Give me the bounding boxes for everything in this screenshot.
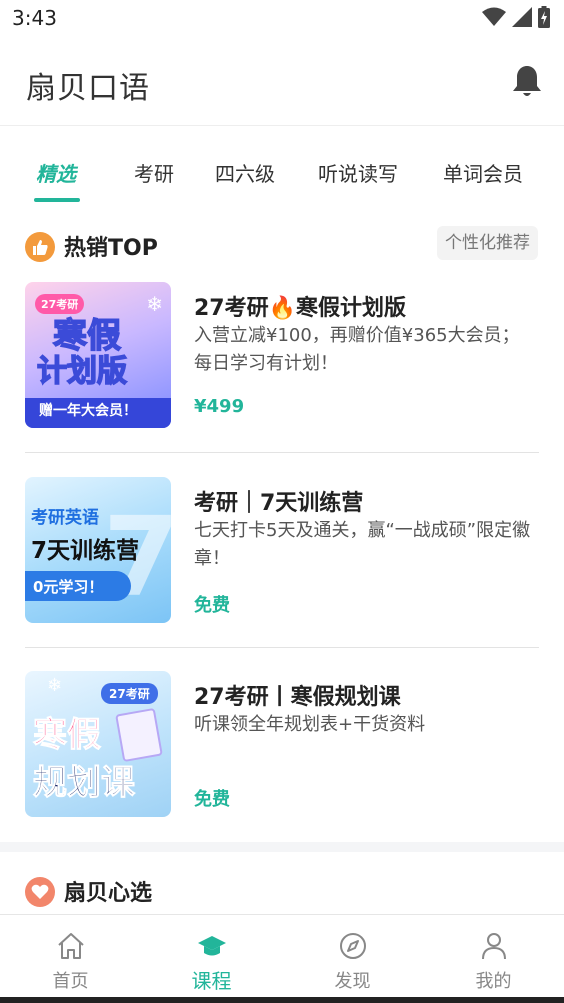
course-card[interactable]: ❄ 27考研 寒假 规划课 27考研丨寒假规划课 听课领全年规划表+干货资料 免… (25, 671, 539, 817)
bottom-navigation: 首页 课程 发现 我的 (0, 914, 564, 997)
thumb-badge: 27考研 (101, 683, 158, 704)
thumb-line2: 计划版 (36, 353, 128, 390)
cellular-signal-icon (512, 7, 532, 27)
compass-icon (340, 933, 366, 959)
status-bar: 3:43 (0, 0, 564, 38)
tab-cet[interactable]: 四六级 (215, 158, 275, 187)
status-icons (482, 6, 550, 28)
snowflake-icon: ❄ (146, 292, 163, 316)
nav-label: 课程 (191, 969, 232, 993)
category-tabs: 精选 考研 四六级 听说读写 单词会员 (0, 150, 564, 206)
thumb-banner: 赠一年大会员！ (39, 403, 137, 419)
tab-vocab-vip[interactable]: 单词会员 (443, 158, 523, 187)
tab-featured[interactable]: 精选 (36, 158, 76, 187)
thumb-line2: 7天训练营 (31, 538, 140, 564)
shanbay-picks-header: 扇贝心选 (0, 871, 564, 911)
nav-courses[interactable]: 课程 (141, 915, 282, 998)
home-icon (58, 933, 84, 959)
tab-kaoyan[interactable]: 考研 (134, 158, 174, 187)
course-description: 七天打卡5天及通关，赢“一战成硕”限定徽章！ (194, 520, 531, 569)
status-time: 3:43 (12, 6, 57, 30)
course-thumbnail: ❄ 27考研 寒假 规划课 (25, 671, 171, 817)
hot-section-header: 热销TOP 个性化推荐 (0, 226, 564, 266)
tab-skills[interactable]: 听说读写 (318, 158, 398, 187)
clipboard-icon (115, 707, 163, 763)
course-description: 听课领全年规划表+干货资料 (194, 714, 426, 735)
heart-icon (25, 877, 55, 907)
wifi-icon (482, 7, 506, 26)
course-title: 27考研🔥寒假计划版 (194, 296, 407, 321)
thumb-banner: 0元学习！ (33, 578, 104, 596)
thumbs-up-icon (25, 232, 55, 262)
thumb-line2: 规划课 (33, 763, 136, 804)
divider (25, 647, 539, 648)
section-title: 扇贝心选 (64, 881, 153, 906)
course-thumbnail: 7 考研英语 7天训练营 0元学习！ (25, 477, 171, 623)
nav-label: 我的 (475, 971, 512, 992)
thumb-line1: 考研英语 (31, 508, 99, 528)
app-title: 扇贝口语 (26, 71, 150, 106)
section-gap (0, 842, 564, 852)
nav-home[interactable]: 首页 (0, 915, 141, 998)
bell-icon[interactable] (512, 64, 542, 98)
snowflake-icon: ❄ (47, 675, 63, 696)
thumb-line1: 寒假 (33, 715, 102, 756)
divider (25, 452, 539, 453)
user-icon (482, 933, 506, 960)
nav-profile[interactable]: 我的 (423, 915, 564, 998)
course-price: ¥499 (194, 396, 245, 417)
course-price: 免费 (194, 789, 230, 810)
course-price: 免费 (194, 595, 230, 616)
course-title: 27考研丨寒假规划课 (194, 685, 401, 710)
app-header: 扇贝口语 (0, 38, 564, 126)
course-card[interactable]: 27考研 ❄ 寒假 计划版 赠一年大会员！ 27考研🔥寒假计划版 入营立减¥10… (25, 282, 539, 428)
personalized-tag[interactable]: 个性化推荐 (437, 226, 538, 260)
nav-label: 首页 (52, 971, 89, 992)
nav-label: 发现 (334, 971, 371, 992)
section-title: 热销TOP (64, 236, 158, 261)
course-card[interactable]: 7 考研英语 7天训练营 0元学习！ 考研｜7天训练营 七天打卡5天及通关，赢“… (25, 477, 539, 623)
graduation-cap-icon (198, 936, 226, 956)
system-gesture-bar (0, 997, 564, 1003)
battery-charging-icon (538, 6, 550, 28)
active-tab-indicator (34, 198, 80, 202)
nav-discover[interactable]: 发现 (282, 915, 423, 998)
course-description: 入营立减¥100，再赠价值¥365大会员； 每日学习有计划！ (194, 325, 520, 374)
course-thumbnail: 27考研 ❄ 寒假 计划版 赠一年大会员！ (25, 282, 171, 428)
course-title: 考研｜7天训练营 (194, 491, 364, 516)
